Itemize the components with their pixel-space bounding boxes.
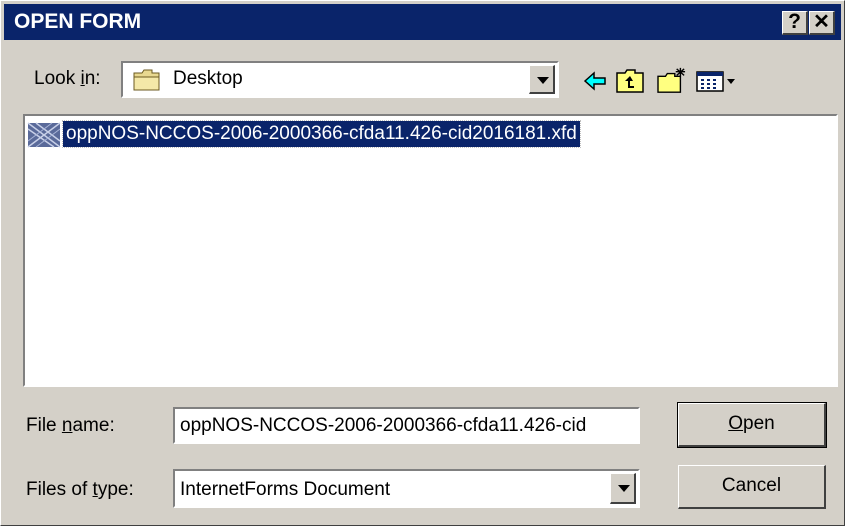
file-name-field[interactable]: oppNOS-NCCOS-2006-2000366-cfda11.426-cid — [173, 407, 640, 444]
up-folder-icon[interactable] — [615, 67, 645, 95]
look-in-label-pre: Look — [34, 68, 81, 89]
title-bar[interactable]: OPEN FORM ? ✕ — [4, 4, 841, 40]
files-of-type-label-pre: Files of — [26, 479, 93, 500]
file-name-label-post: ame: — [72, 415, 115, 436]
file-name-label-pre: File — [26, 415, 62, 436]
look-in-dropdown[interactable]: Desktop — [121, 61, 559, 98]
files-of-type-dropdown-arrow[interactable] — [610, 473, 636, 504]
open-form-dialog: OPEN FORM ? ✕ Look in: Desktop oppNOS-NC… — [0, 0, 845, 526]
file-name-label-key: n — [61, 415, 73, 436]
files-of-type-label: Files of type: — [26, 479, 134, 501]
folder-icon — [133, 69, 160, 91]
file-name-label-text: File name: — [26, 415, 115, 437]
files-of-type-label-post: ype: — [97, 479, 134, 500]
close-icon: ✕ — [813, 11, 830, 33]
look-in-dropdown-arrow[interactable] — [529, 65, 555, 94]
cancel-button-label: Cancel — [721, 475, 782, 496]
look-in-value: Desktop — [173, 68, 243, 89]
files-of-type-value: InternetForms Document — [180, 479, 391, 500]
xfd-file-icon — [27, 122, 61, 148]
file-name-value: oppNOS-NCCOS-2006-2000366-cfda11.426-cid — [180, 415, 587, 436]
cancel-button[interactable]: Cancel — [678, 465, 826, 509]
open-button-key: O — [728, 413, 744, 434]
file-list[interactable]: oppNOS-NCCOS-2006-2000366-cfda11.426-cid… — [23, 114, 838, 387]
open-button[interactable]: Open — [677, 402, 827, 448]
file-name-label: oppNOS-NCCOS-2006-2000366-cfda11.426-cid… — [62, 120, 581, 148]
look-in-label: Look in: — [34, 68, 101, 90]
help-button[interactable]: ? — [782, 11, 808, 35]
new-folder-icon[interactable] — [655, 67, 689, 95]
back-arrow-icon[interactable] — [581, 67, 609, 95]
view-menu-icon[interactable] — [695, 67, 737, 95]
help-label: ? — [788, 10, 801, 33]
look-in-label-post: n: — [84, 68, 101, 89]
open-button-label: pen — [743, 413, 775, 434]
close-button[interactable]: ✕ — [809, 11, 835, 35]
window-title: OPEN FORM — [14, 10, 142, 33]
files-of-type-dropdown[interactable]: InternetForms Document — [173, 469, 640, 508]
